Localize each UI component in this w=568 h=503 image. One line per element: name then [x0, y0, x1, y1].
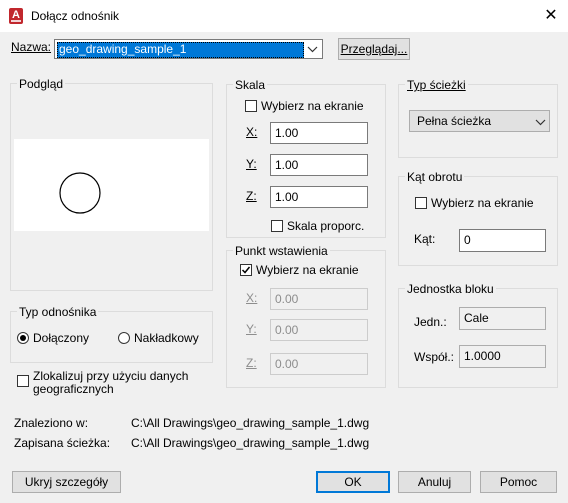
attached-label[interactable]: Dołączony [33, 331, 89, 345]
scale-y-label: Y: [246, 157, 257, 171]
scale-x-label: X: [246, 125, 258, 139]
geolocate-checkbox[interactable] [17, 375, 29, 387]
scale-x-input[interactable]: 1.00 [270, 122, 368, 144]
name-value: geo_drawing_sample_1 [59, 42, 187, 56]
scale-pick-label[interactable]: Wybierz na ekranie [261, 99, 364, 113]
scale-pick-checkbox[interactable] [245, 100, 257, 112]
unit-value: Cale [459, 307, 546, 330]
path-type-title: Typ ścieżki [405, 78, 468, 92]
help-button[interactable]: Pomoc [480, 471, 557, 493]
block-unit-group [398, 288, 558, 388]
found-in-path: C:\All Drawings\geo_drawing_sample_1.dwg [131, 416, 370, 430]
hide-details-button[interactable]: Ukryj szczegóły [12, 471, 121, 493]
geolocate-label[interactable]: Zlokalizuj przy użyciu danych geograficzn… [33, 370, 188, 396]
insertion-y-label: Y: [246, 322, 257, 336]
insertion-point-title: Punkt wstawienia [233, 244, 330, 258]
preview-title: Podgląd [17, 77, 66, 91]
insertion-y-input: 0.00 [270, 319, 368, 341]
rotation-title: Kąt obrotu [405, 170, 465, 184]
overlay-radio[interactable] [118, 332, 130, 344]
path-type-dropdown[interactable]: Pełna ścieżka [409, 110, 550, 132]
rotation-group [398, 176, 558, 266]
insertion-x-label: X: [246, 291, 258, 305]
found-in-label: Znaleziono w: [14, 416, 89, 430]
unit-label: Jedn.: [414, 315, 447, 329]
checkmark-icon [241, 266, 251, 274]
uniform-scale-checkbox[interactable] [271, 220, 283, 232]
autocad-app-icon: A [9, 8, 23, 24]
factor-value: 1.0000 [459, 345, 546, 368]
insertion-z-label: Z: [246, 356, 257, 370]
factor-label: Współ.: [414, 350, 455, 364]
insertion-z-input: 0.00 [270, 353, 368, 375]
block-unit-title: Jednostka bloku [405, 282, 496, 296]
overlay-label[interactable]: Nakładkowy [134, 331, 199, 345]
scale-z-label: Z: [246, 189, 257, 203]
name-combobox[interactable]: geo_drawing_sample_1 [54, 39, 323, 59]
chevron-down-icon [535, 119, 546, 126]
cancel-button[interactable]: Anuluj [398, 471, 471, 493]
close-icon[interactable]: ✕ [538, 4, 564, 28]
name-label: Nazwa: [11, 40, 52, 54]
chevron-down-icon [307, 46, 318, 53]
scale-title: Skala [233, 78, 268, 92]
insertion-pick-label[interactable]: Wybierz na ekranie [256, 263, 359, 277]
scale-z-input[interactable]: 1.00 [270, 186, 368, 208]
preview-circle-graphic [59, 172, 101, 214]
saved-path-value: C:\All Drawings\geo_drawing_sample_1.dwg [131, 436, 370, 450]
scale-y-input[interactable]: 1.00 [270, 154, 368, 176]
uniform-scale-label[interactable]: Skala proporc. [287, 219, 364, 233]
preview-canvas [14, 139, 209, 231]
rotation-pick-label[interactable]: Wybierz na ekranie [431, 196, 534, 210]
window-title: Dołącz odnośnik [31, 9, 120, 23]
saved-path-label: Zapisana ścieżka: [14, 436, 111, 450]
browse-button[interactable]: Przeglądaj... [338, 38, 410, 60]
insertion-x-input: 0.00 [270, 288, 368, 310]
insertion-pick-checkbox[interactable] [240, 264, 252, 276]
angle-input[interactable]: 0 [459, 229, 546, 252]
rotation-pick-checkbox[interactable] [415, 197, 427, 209]
reference-type-title: Typ odnośnika [17, 305, 99, 319]
angle-label: Kąt: [414, 232, 436, 246]
ok-button[interactable]: OK [316, 471, 390, 493]
attached-radio[interactable] [17, 332, 29, 344]
